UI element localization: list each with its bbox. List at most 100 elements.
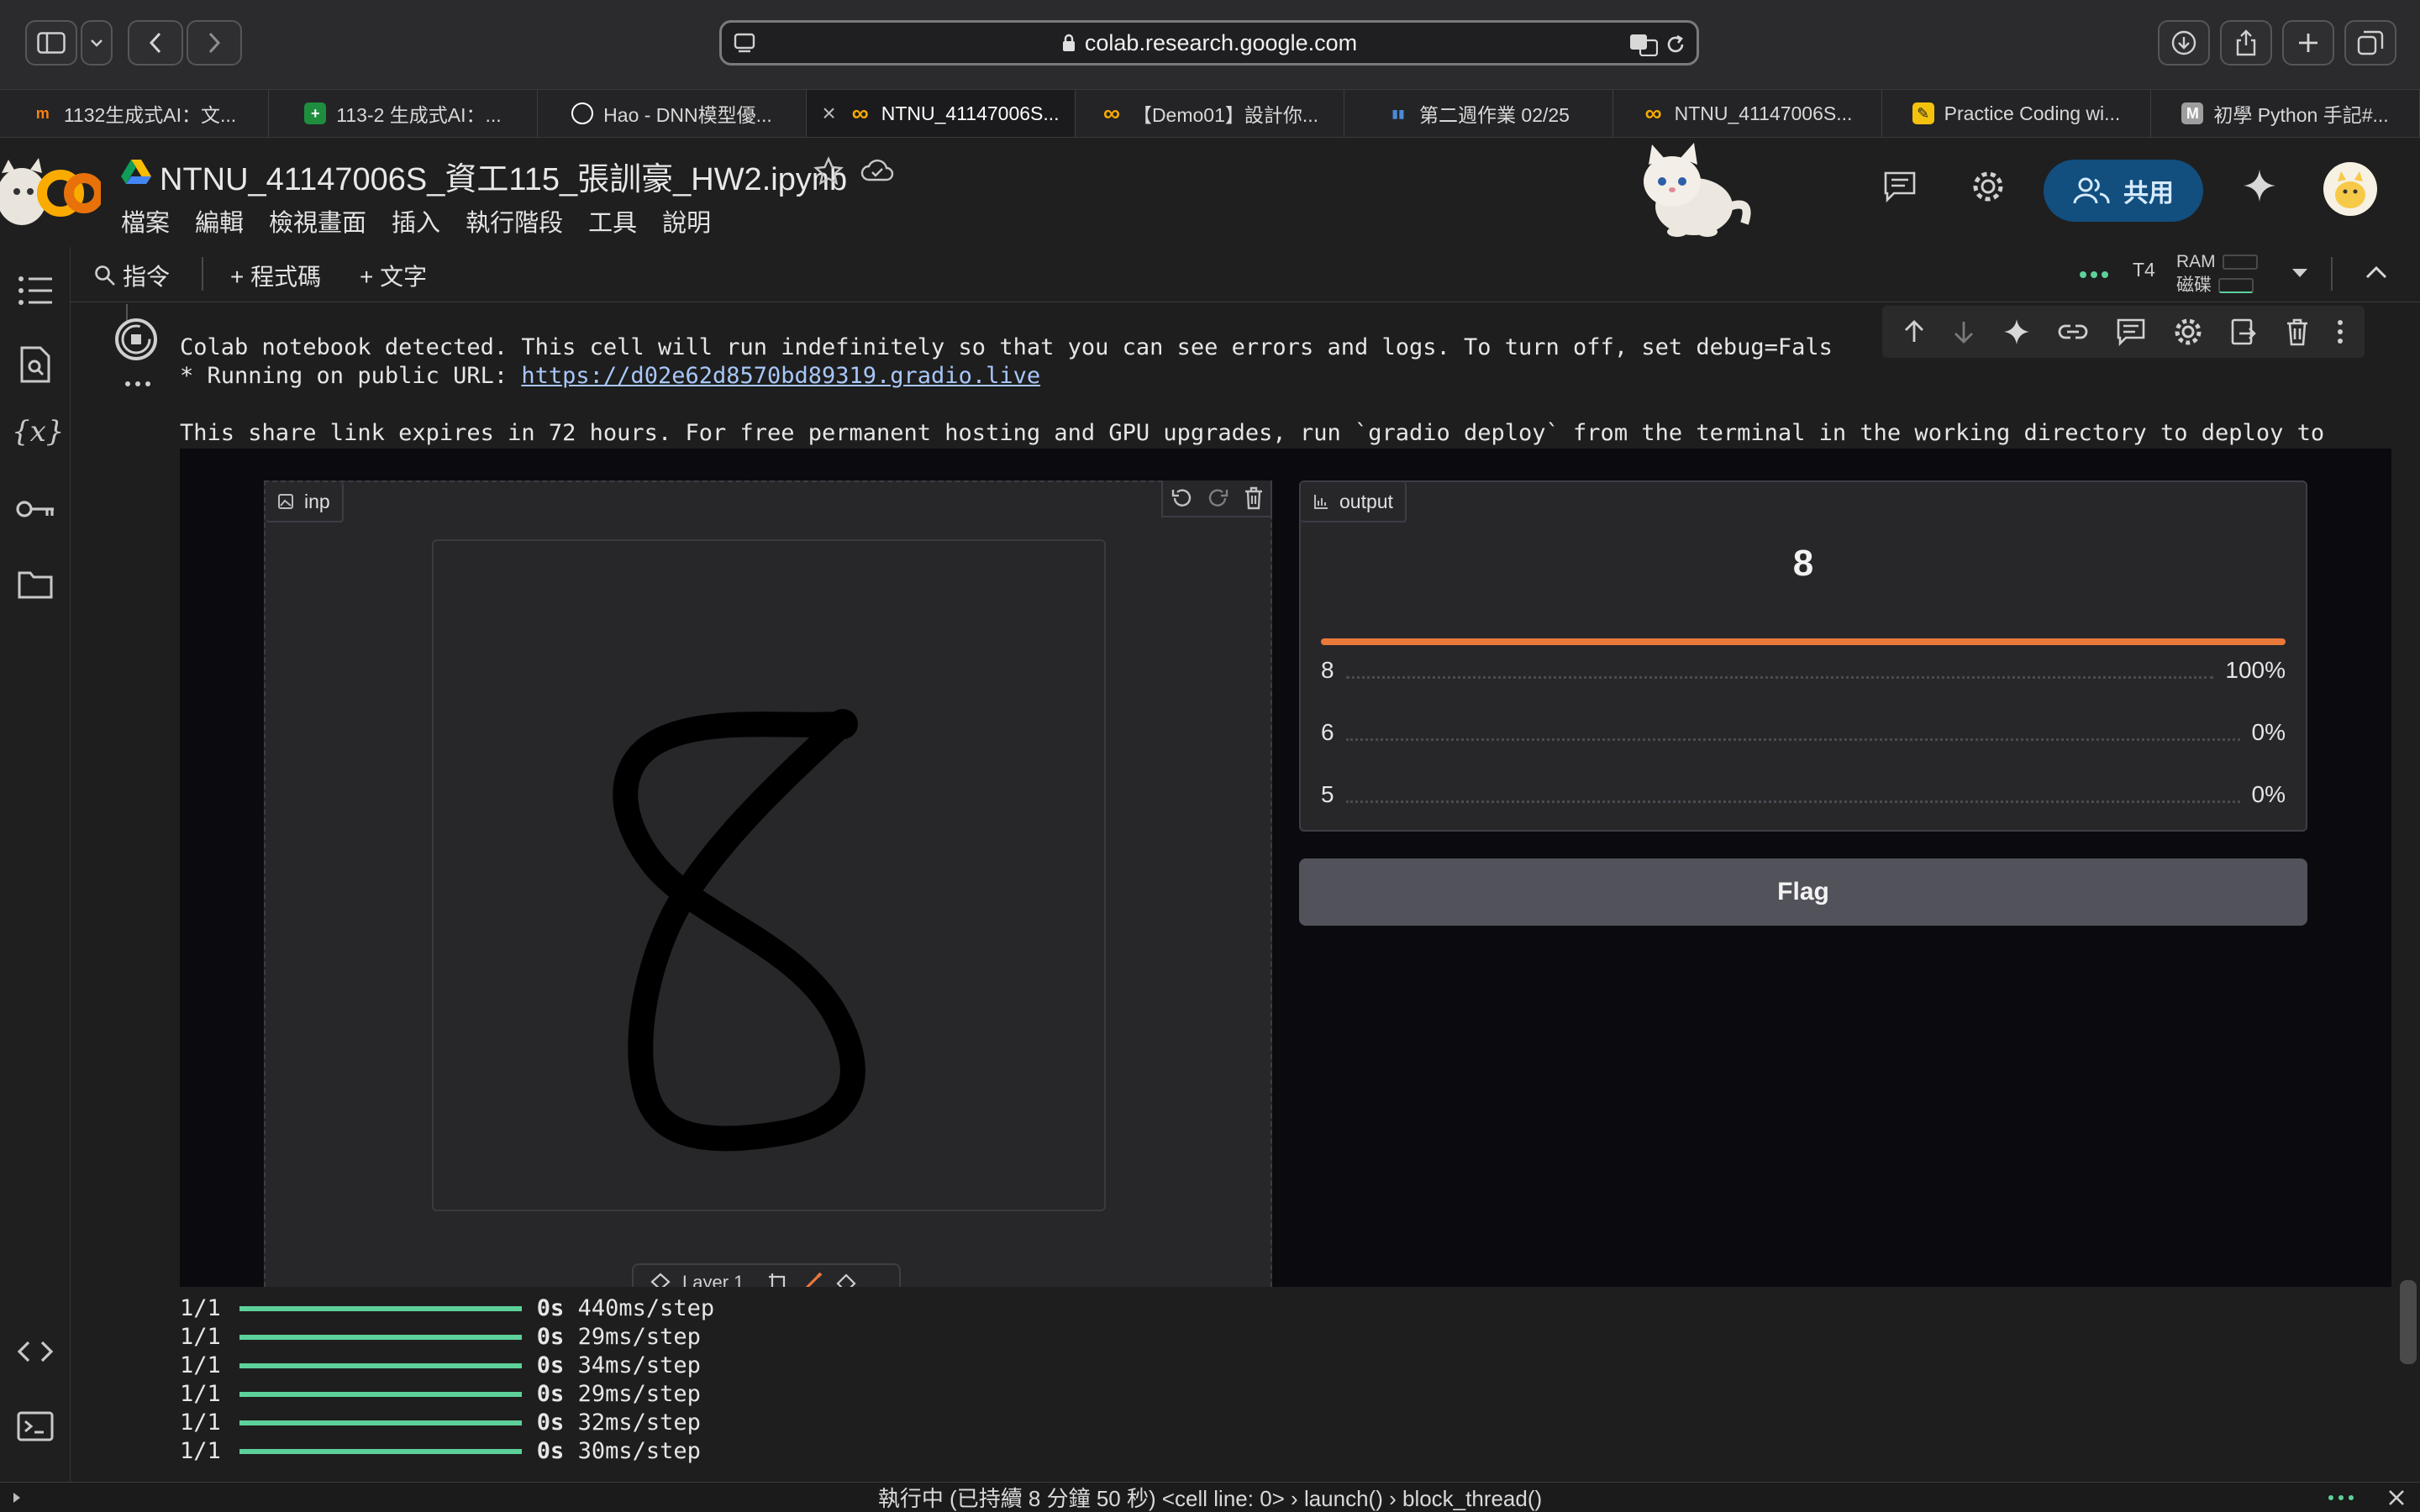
menu-item[interactable]: 檔案 [121, 203, 170, 239]
public-url-link[interactable]: https://d02e62d8570bd89319.gradio.live [521, 363, 1040, 389]
menu-item[interactable]: 執行階段 [466, 203, 563, 239]
more-vert-icon[interactable] [2336, 318, 2344, 345]
downloads-button[interactable] [2158, 20, 2210, 66]
page-settings-icon[interactable] [734, 33, 757, 55]
mirror-cell-icon[interactable] [2229, 317, 2258, 347]
address-bar[interactable]: colab.research.google.com [719, 20, 1699, 66]
tab-group-dropdown-button[interactable] [81, 20, 113, 66]
table-of-contents-icon[interactable] [17, 274, 54, 307]
colab-logo-icon[interactable] [0, 144, 101, 237]
comment-icon[interactable] [2116, 318, 2146, 346]
lock-icon [1062, 34, 1075, 51]
menu-item[interactable]: 說明 [662, 203, 711, 239]
gemini-sparkle-icon[interactable] [2002, 318, 2031, 346]
caret-right-icon[interactable] [12, 1491, 22, 1504]
clear-trash-icon[interactable] [1244, 486, 1264, 510]
gemini-sparkle-icon[interactable] [2242, 168, 2277, 203]
star-icon[interactable] [813, 156, 844, 186]
menu-item[interactable]: 工具 [588, 203, 637, 239]
training-log-output: 1/1 0s 440ms/step 1/1 0s 29ms/step 1/1 0s 34m… [180, 1287, 2391, 1482]
find-replace-icon[interactable] [18, 346, 52, 383]
share-page-button[interactable] [2220, 20, 2272, 66]
browser-tab[interactable]: × ∞ NTNU_41147006S... [807, 90, 1076, 137]
browser-tab[interactable]: Hao - DNN模型優... [538, 90, 807, 137]
link-icon[interactable] [2057, 322, 2089, 342]
browser-tab[interactable]: ▮▮ 第二週作業 02/25 [1344, 90, 1613, 137]
back-button[interactable] [128, 20, 183, 66]
redo-icon[interactable] [1207, 486, 1230, 510]
drawn-digit-stroke [613, 709, 865, 1152]
input-label: inp [304, 490, 330, 512]
reload-icon[interactable] [1665, 34, 1686, 55]
comment-icon[interactable] [1882, 170, 1918, 203]
output-scrollbar[interactable] [2400, 1280, 2417, 1364]
layers-icon[interactable] [650, 1272, 671, 1289]
eraser-icon[interactable] [834, 1272, 856, 1289]
input-label-badge: inp [266, 482, 344, 522]
translate-icon[interactable] [1629, 33, 1658, 56]
confidence-row[interactable]: 6 0% [1321, 716, 2286, 749]
add-code-cell-button[interactable]: + 程式碼 [230, 259, 321, 292]
browser-tab[interactable]: ∞ NTNU_41147006S... [1613, 90, 1882, 137]
sidebar-toggle-button[interactable] [25, 20, 77, 66]
flag-button[interactable]: Flag [1299, 858, 2307, 926]
stop-cell-button[interactable] [114, 318, 158, 361]
move-cell-up-icon[interactable] [1902, 319, 1926, 344]
log-rate: 440ms/step [577, 1295, 715, 1321]
close-icon[interactable] [2386, 1488, 2407, 1508]
more-output-options-icon[interactable] [124, 380, 151, 388]
move-cell-down-icon[interactable] [1952, 319, 1975, 344]
menu-item[interactable]: 檢視畫面 [269, 203, 366, 239]
menu-item[interactable]: 插入 [392, 203, 440, 239]
menu-bar: 檔案 編輯 檢視畫面 插入 執行階段 工具 說明 [121, 203, 711, 239]
close-tab-icon[interactable]: × [822, 100, 835, 127]
settings-gear-icon[interactable] [1970, 168, 2007, 205]
caret-down-icon[interactable] [2291, 267, 2309, 279]
pencil-icon: ✎ [1912, 102, 1934, 124]
drawing-canvas[interactable] [432, 539, 1106, 1211]
tab-label: NTNU_41147006S... [881, 102, 1060, 124]
log-rate: 29ms/step [577, 1381, 701, 1407]
avatar[interactable] [2323, 161, 2378, 217]
menu-item[interactable]: 編輯 [195, 203, 244, 239]
confidence-class-label: 8 [1321, 657, 1334, 683]
toolbar-divider [202, 257, 203, 291]
delete-cell-icon[interactable] [2285, 318, 2310, 346]
cell-settings-gear-icon[interactable] [2173, 317, 2203, 347]
colab-icon: ∞ [1102, 100, 1120, 126]
tab-overview-button[interactable] [2344, 20, 2396, 66]
browser-tab[interactable]: ✎ Practice Coding wi... [1882, 90, 2151, 137]
variables-icon[interactable]: {x} [12, 415, 64, 454]
browser-tab[interactable]: M 初學 Python 手記#... [2151, 90, 2420, 137]
files-folder-icon[interactable] [17, 570, 54, 600]
browser-tab[interactable]: m 1132生成式AI：文... [0, 90, 269, 137]
cloud-saved-icon[interactable] [860, 156, 894, 185]
log-time: 0s [536, 1352, 565, 1378]
chevron-up-icon[interactable] [2365, 264, 2388, 281]
confidence-row[interactable]: 5 0% [1321, 778, 2286, 811]
forward-button[interactable] [187, 20, 242, 66]
browser-tab[interactable]: +113-2 生成式AI：... [269, 90, 538, 137]
new-tab-button[interactable] [2282, 20, 2334, 66]
layer-label[interactable]: Layer 1 [682, 1272, 744, 1289]
undo-icon[interactable] [1170, 486, 1193, 510]
dotted-leader [1345, 801, 2240, 803]
notebook-title[interactable]: NTNU_41147006S_資工115_張訓豪_HW2.ipynb [160, 153, 847, 199]
log-progress-bar [239, 1362, 522, 1368]
crop-icon[interactable] [767, 1272, 789, 1289]
resource-monitor[interactable]: RAM 磁碟 [2176, 250, 2258, 297]
brush-icon[interactable] [801, 1272, 823, 1289]
runtime-type[interactable]: T4 [2133, 259, 2155, 281]
confidence-row[interactable]: 8 100% [1321, 654, 2286, 687]
command-palette-button[interactable]: 指令 [94, 259, 170, 292]
google-drive-icon[interactable] [121, 158, 151, 185]
log-line: 1/1 0s 29ms/step [180, 1381, 701, 1407]
add-text-cell-button[interactable]: + 文字 [360, 259, 427, 292]
code-snippets-icon[interactable] [17, 1339, 54, 1364]
share-button[interactable]: 共用 [2044, 160, 2203, 222]
log-step: 1/1 [180, 1324, 221, 1350]
browser-tab[interactable]: ∞ 【Demo01】設計你... [1076, 90, 1344, 137]
terminal-icon[interactable] [17, 1411, 54, 1441]
secrets-key-icon[interactable] [15, 497, 55, 521]
runtime-connected-icon[interactable] [2079, 270, 2109, 279]
